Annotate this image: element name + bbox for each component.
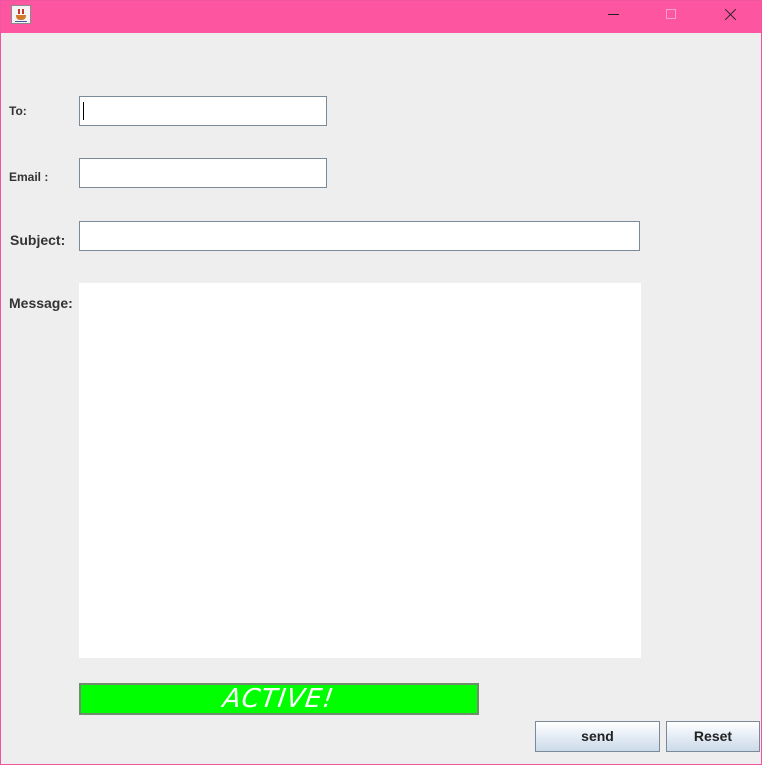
close-button[interactable] [707, 1, 753, 31]
title-bar[interactable] [1, 1, 761, 33]
mail-window: To: Email : Subject: Message: ACTIVE! se… [0, 0, 762, 765]
message-textarea[interactable] [79, 283, 641, 658]
maximize-icon [666, 9, 676, 19]
email-field[interactable] [79, 158, 327, 188]
status-text: ACTIVE! [221, 684, 337, 714]
subject-field[interactable] [79, 221, 640, 251]
maximize-button[interactable] [649, 1, 695, 31]
status-banner: ACTIVE! [79, 683, 479, 715]
email-label: Email : [9, 170, 49, 184]
java-cup-icon [11, 5, 31, 24]
minimize-icon [608, 14, 619, 15]
to-field[interactable] [79, 96, 327, 126]
message-label: Message: [9, 295, 73, 311]
to-label: To: [9, 104, 27, 118]
minimize-button[interactable] [591, 1, 637, 31]
reset-button[interactable]: Reset [666, 721, 760, 752]
subject-label: Subject: [10, 232, 66, 248]
send-button[interactable]: send [535, 721, 660, 752]
